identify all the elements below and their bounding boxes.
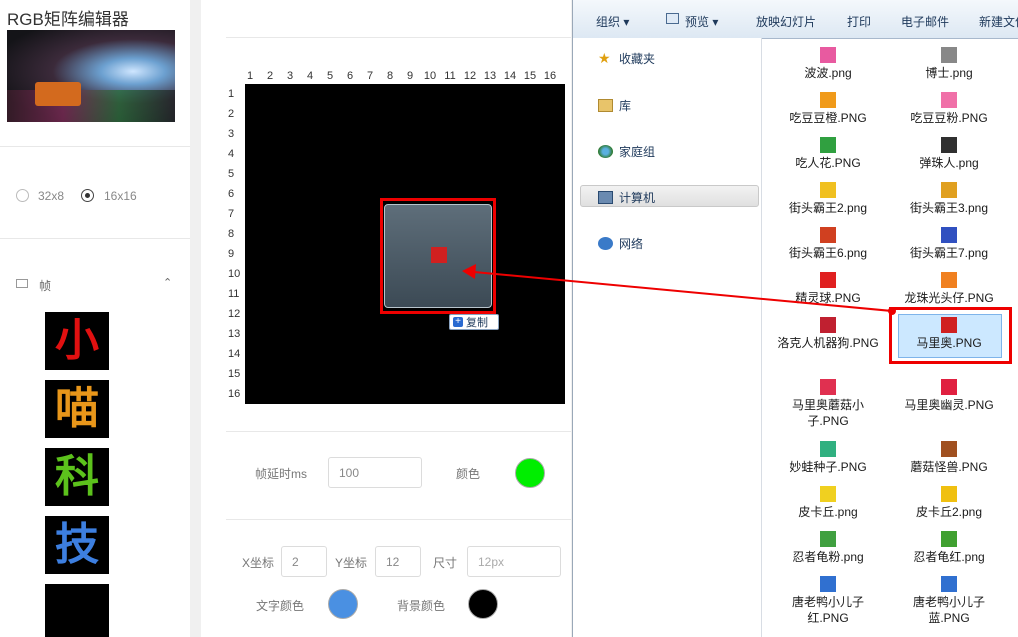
drag-arrow [462,264,896,315]
